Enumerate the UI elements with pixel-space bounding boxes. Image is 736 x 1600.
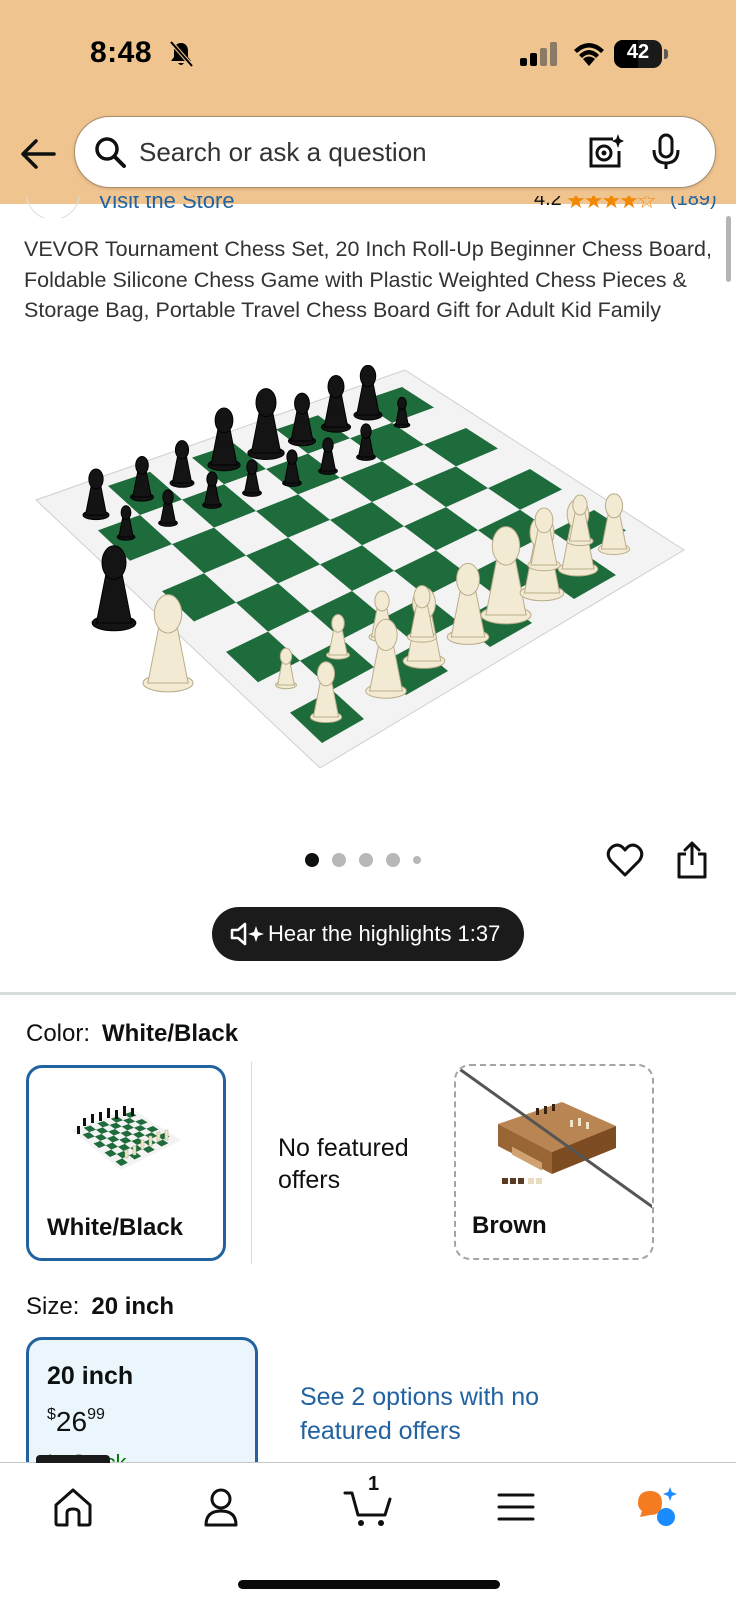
color-swatch-brown[interactable]: Brown [454,1064,654,1260]
rating-stars[interactable]: ★★★★☆ [566,196,657,214]
battery-level: 42 [626,41,650,63]
section-divider [0,992,736,995]
hear-highlights-button[interactable]: Hear the highlights 1:37 [212,907,524,961]
home-indicator [238,1580,500,1589]
color-label-key: Color: [26,1020,91,1047]
battery-icon: 42 [614,40,668,68]
color-swatch-white-black[interactable]: White/Black [26,1065,226,1261]
color-label: Color: White/Black [26,1020,238,1048]
camera-lens-icon[interactable] [587,133,625,171]
scrollbar[interactable] [726,216,731,282]
search-bar[interactable]: Search or ask a question [74,116,716,188]
size-selected-value: 20 inch [91,1293,175,1320]
cart-count-badge: 1 [368,1473,380,1495]
search-input[interactable]: Search or ask a question [139,137,427,168]
header: 8:48 42 Search or ask a question [0,0,736,204]
visit-store-link[interactable]: Visit the Store [98,196,235,214]
swatch-divider [251,1062,252,1264]
search-icon [95,137,126,168]
share-icon[interactable] [676,840,708,880]
size-label-key: Size: [26,1293,80,1320]
home-icon[interactable] [51,1485,95,1529]
see-more-options-link[interactable]: See 2 options with no featured offers [300,1380,560,1448]
swatch-label: White/Black [47,1214,184,1241]
store-logo[interactable] [26,196,80,218]
store-row: Visit the Store 4.2 ★★★★☆ (189) [0,196,736,218]
size-option-price: $2699 [47,1406,105,1437]
microphone-icon[interactable] [651,133,681,171]
menu-icon[interactable] [494,1485,538,1529]
swatch-thumbnail [71,1106,181,1170]
speaker-sparkle-icon [230,922,264,946]
size-option-name: 20 inch [47,1362,134,1390]
hear-highlights-label: Hear the highlights 1:37 [268,921,501,946]
cellular-signal-icon [520,42,557,66]
product-image[interactable] [30,365,706,785]
color-selected-value: White/Black [102,1020,239,1047]
status-time: 8:48 [90,36,153,69]
unavailable-strike-line [457,1066,652,1209]
size-label: Size: 20 inch [26,1293,174,1321]
bell-off-icon [169,40,194,68]
image-carousel-dots[interactable] [305,853,435,869]
back-arrow-icon[interactable] [18,136,58,172]
product-title: VEVOR Tournament Chess Set, 20 Inch Roll… [24,237,712,322]
rating-value: 4.2 [534,196,562,210]
no-featured-offers-text: No featured offers [278,1134,409,1194]
account-icon[interactable] [199,1485,243,1529]
rating-count-link[interactable]: (189) [670,196,717,211]
ai-assistant-icon[interactable] [634,1485,678,1529]
heart-icon[interactable] [606,842,644,878]
wifi-icon [574,43,604,66]
active-tab-indicator [36,1455,110,1463]
